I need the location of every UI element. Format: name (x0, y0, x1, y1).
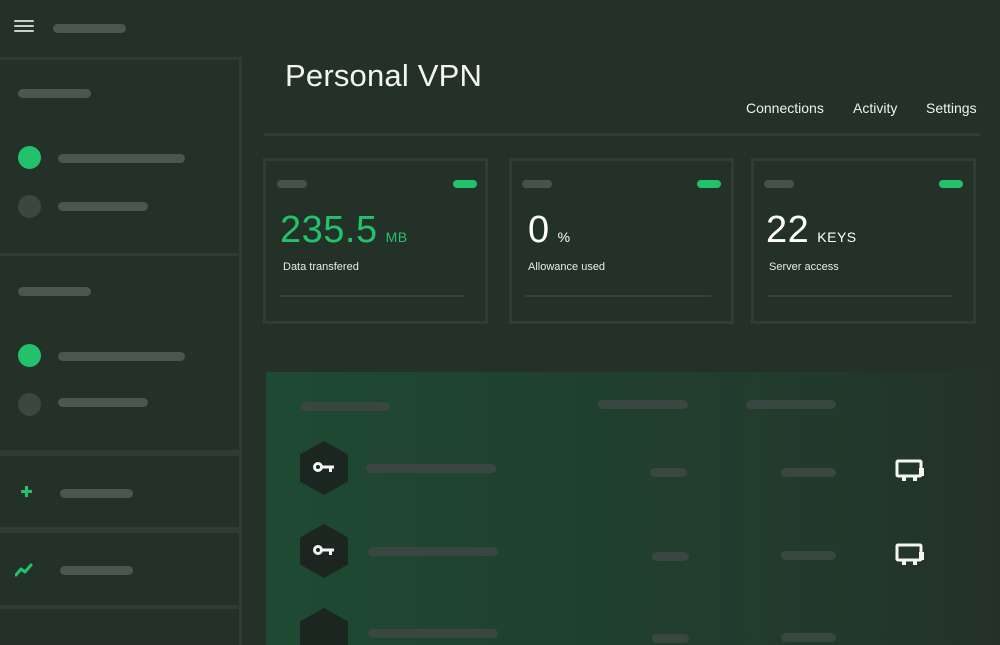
trend-icon (15, 563, 33, 577)
monitor-icon[interactable] (895, 459, 925, 483)
key-icon (300, 608, 348, 645)
row-name (368, 547, 498, 556)
stat-unit: KEYS (817, 229, 857, 245)
sidebar-item[interactable] (58, 154, 185, 163)
row-name (366, 464, 496, 473)
stat-value: 235.5 MB (280, 209, 408, 251)
sidebar-item[interactable] (58, 352, 185, 361)
card-divider (767, 295, 953, 297)
status-dot-active (18, 344, 41, 367)
tab-activity[interactable]: Activity (853, 100, 897, 116)
status-dot-inactive (18, 195, 41, 218)
stat-label: Server access (769, 261, 839, 273)
tab-connections[interactable]: Connections (746, 100, 824, 116)
sidebar-section-heading (18, 89, 91, 98)
sidebar-item (60, 566, 133, 575)
status-pill (453, 180, 477, 188)
card-tag (764, 180, 794, 188)
stat-value: 22 KEYS (766, 209, 857, 251)
card-divider (525, 295, 711, 297)
card-tag (277, 180, 307, 188)
status-dot-active (18, 146, 41, 169)
stat-card-data: 235.5 MB Data transfered (263, 158, 488, 324)
monitor-icon[interactable] (895, 543, 925, 567)
column-header (300, 402, 390, 411)
sidebar-section-1 (0, 57, 242, 256)
sidebar-section-heading (18, 287, 91, 296)
page-title: Personal VPN (285, 58, 483, 93)
tab-settings[interactable]: Settings (926, 100, 977, 116)
row-name (368, 629, 498, 638)
card-tag (522, 180, 552, 188)
row-cell (652, 634, 689, 643)
key-icon (300, 524, 348, 578)
hamburger-icon[interactable] (14, 20, 34, 34)
sidebar-item[interactable] (58, 202, 148, 211)
row-cell (650, 468, 687, 477)
column-header (746, 400, 836, 409)
row-cell (652, 552, 689, 561)
sidebar-stats-item[interactable] (0, 530, 242, 608)
stat-card-keys: 22 KEYS Server access (751, 158, 976, 324)
stat-card-allowance: 0% Allowance used (509, 158, 734, 324)
keys-table (266, 372, 1000, 645)
row-cell (781, 551, 836, 560)
row-cell (781, 633, 836, 642)
stat-unit: % (557, 229, 571, 245)
stat-label: Data transfered (283, 261, 359, 273)
stat-label: Allowance used (528, 261, 606, 273)
sidebar-item[interactable] (58, 398, 148, 407)
sidebar-section-2 (0, 253, 242, 453)
key-icon (300, 441, 348, 495)
status-dot-inactive (18, 393, 41, 416)
row-cell (781, 468, 836, 477)
sidebar-section-5 (0, 606, 242, 645)
stat-unit: MB (385, 229, 408, 245)
card-divider (279, 295, 465, 297)
sidebar-item (60, 489, 133, 498)
app-name-placeholder (53, 24, 126, 33)
sidebar-add-item[interactable] (0, 453, 242, 530)
plus-icon (21, 486, 32, 497)
status-pill (697, 180, 721, 188)
column-header (598, 400, 688, 409)
status-pill (939, 180, 963, 188)
header-divider (264, 133, 980, 136)
stat-value: 0% (528, 209, 571, 251)
